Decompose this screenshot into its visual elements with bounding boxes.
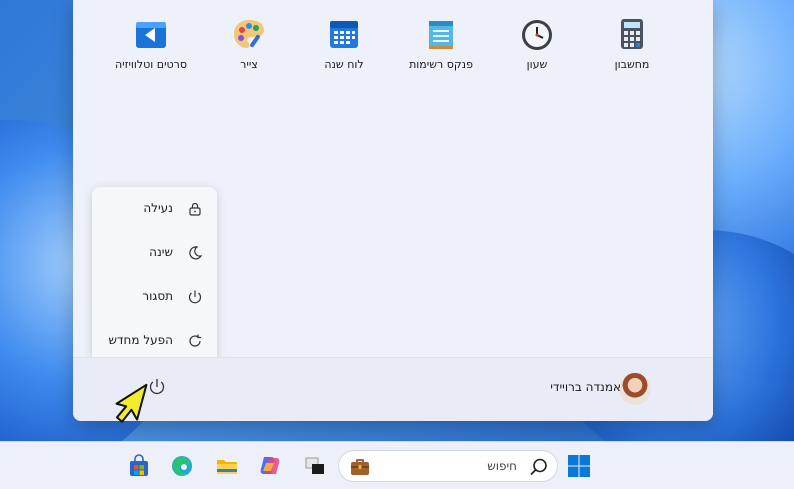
edge-icon[interactable] (170, 454, 194, 478)
power-menu-item-label: תסגור (142, 289, 173, 303)
app-movies-tv[interactable]: סרטים וטלוויזיה (101, 16, 201, 71)
app-calculator[interactable]: מחשבון (582, 16, 682, 71)
search-placeholder: חיפוש (487, 459, 517, 473)
start-menu: סרטים וטלוויזיה צייר לוח שנה פנקס רשימות… (73, 0, 713, 421)
restart-icon (189, 334, 201, 347)
user-avatar[interactable] (619, 373, 651, 405)
power-icon (188, 290, 202, 304)
paint-icon (234, 20, 264, 48)
task-view-icon[interactable] (303, 454, 327, 478)
store-icon[interactable] (127, 454, 151, 478)
power-menu-item-label: הפעל מחדש (108, 333, 173, 347)
mouse-cursor-icon (115, 383, 148, 423)
app-label: סרטים וטלוויזיה (114, 58, 188, 71)
moon-icon (189, 246, 203, 260)
calculator-icon (621, 19, 643, 49)
power-menu-item-sleep[interactable]: שינה (92, 232, 217, 276)
power-menu-item-label: שינה (149, 245, 173, 259)
lock-icon (189, 202, 201, 216)
pinned-apps-row: סרטים וטלוויזיה צייר לוח שנה פנקס רשימות… (73, 16, 713, 76)
power-menu-item-shutdown[interactable]: תסגור (92, 276, 217, 320)
taskbar-search-box[interactable]: חיפוש (338, 450, 558, 482)
power-menu-item-label: נעילה (143, 201, 173, 215)
app-clock[interactable]: שעון (487, 16, 587, 71)
user-name[interactable]: אמנדה ברויידי (550, 380, 621, 394)
start-menu-footer: אמנדה ברויידי (73, 357, 713, 421)
search-icon (530, 458, 547, 476)
app-label: פנקס רשימות (409, 58, 473, 71)
copilot-icon[interactable] (258, 454, 282, 478)
work-bag-icon (351, 459, 369, 475)
app-label: לוח שנה (324, 58, 364, 71)
file-explorer-icon[interactable] (215, 454, 239, 478)
app-label: מחשבון (614, 58, 650, 71)
movies-tv-icon (136, 22, 166, 48)
app-notepad[interactable]: פנקס רשימות (391, 16, 491, 71)
notepad-icon (429, 21, 453, 49)
app-paint[interactable]: צייר (199, 16, 299, 71)
windows-start-icon[interactable] (567, 454, 591, 478)
calendar-icon (330, 21, 358, 48)
app-calendar[interactable]: לוח שנה (294, 16, 394, 71)
power-menu-item-lock[interactable]: נעילה (92, 188, 217, 232)
app-label: צייר (240, 58, 258, 71)
app-label: שעון (526, 58, 548, 71)
clock-icon (522, 20, 552, 50)
power-options-menu: נעילה שינה תסגור הפעל מחדש (92, 187, 217, 364)
taskbar: חיפוש (0, 441, 794, 489)
